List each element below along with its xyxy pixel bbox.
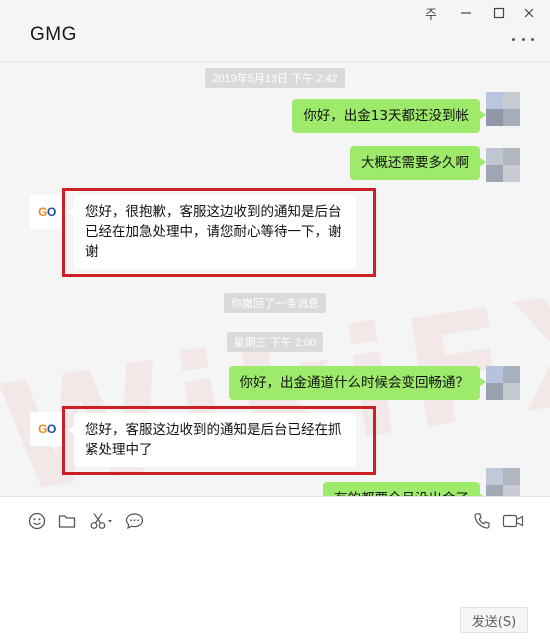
send-button[interactable]: 发送(S) bbox=[460, 607, 528, 633]
recall-notice: 你撤回了一条消息 bbox=[0, 292, 550, 313]
phone-icon[interactable] bbox=[472, 511, 492, 531]
message-bubble-outgoing[interactable]: 你好，出金通道什么时候会变回畅通？ bbox=[228, 366, 486, 400]
pin-icon[interactable]: 주 bbox=[419, 4, 443, 23]
folder-icon[interactable] bbox=[57, 511, 77, 531]
avatar[interactable] bbox=[486, 366, 520, 400]
message-bubble-outgoing[interactable]: 有的都要全月没出金了 bbox=[323, 482, 486, 496]
scissors-icon[interactable] bbox=[88, 511, 114, 531]
message-input-area[interactable]: 发送(S) bbox=[0, 496, 550, 640]
timestamp: 星期三 下午 2:00 bbox=[0, 331, 550, 352]
avatar[interactable] bbox=[486, 468, 520, 496]
message-bubble-outgoing[interactable]: 你好，出金13天都还没到帐 bbox=[292, 99, 486, 133]
contact-avatar[interactable]: GO bbox=[30, 195, 64, 229]
chat-header: GMG 주 bbox=[0, 0, 550, 62]
emoji-icon[interactable] bbox=[27, 511, 47, 531]
avatar[interactable] bbox=[486, 148, 520, 182]
chat-title: GMG bbox=[30, 24, 77, 45]
contact-avatar[interactable]: GO bbox=[30, 412, 64, 446]
avatar[interactable] bbox=[486, 92, 520, 126]
maximize-icon[interactable] bbox=[487, 4, 511, 22]
chat-area[interactable]: WikiFX 2019年5月13日 下午 2:42 你好，出金13天都还没到帐 … bbox=[0, 62, 550, 496]
close-icon[interactable] bbox=[517, 4, 541, 22]
highlight-box bbox=[62, 188, 376, 277]
video-icon[interactable] bbox=[502, 511, 524, 531]
message-bubble-outgoing[interactable]: 大概还需要多久啊 bbox=[350, 146, 486, 180]
timestamp: 2019年5月13日 下午 2:42 bbox=[0, 67, 550, 88]
highlight-box bbox=[62, 406, 376, 475]
chat-bubble-icon[interactable] bbox=[124, 511, 144, 531]
more-icon[interactable] bbox=[512, 36, 534, 42]
minimize-icon[interactable] bbox=[454, 4, 478, 22]
